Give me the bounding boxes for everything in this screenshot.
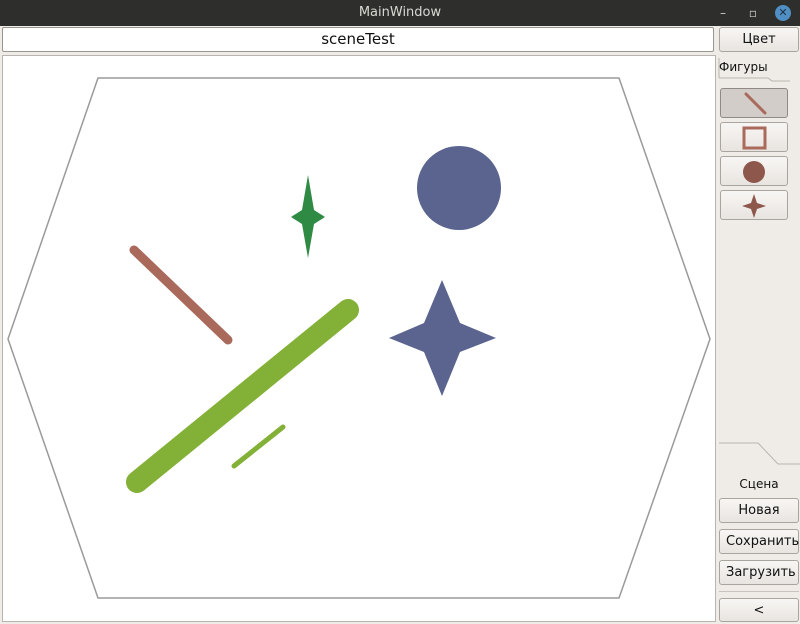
- maximize-button[interactable]: ▫: [745, 5, 761, 21]
- line-tool-icon: [744, 92, 767, 115]
- window-title: MainWindow: [358, 5, 442, 20]
- green-star-small: [291, 175, 325, 258]
- tab-frame: [718, 58, 790, 82]
- divider: [719, 591, 799, 592]
- rectangle-tool-button[interactable]: [720, 122, 788, 152]
- scene-name-field[interactable]: sceneTest: [2, 27, 714, 52]
- star-tool-button[interactable]: [720, 190, 788, 220]
- title-bar: MainWindow – ▫ ✕: [0, 0, 800, 26]
- close-button[interactable]: ✕: [775, 5, 791, 21]
- green-thin-line: [231, 424, 286, 469]
- star-tool-icon: [742, 194, 766, 218]
- line-tool-button[interactable]: [720, 88, 788, 118]
- new-scene-button[interactable]: Новая: [719, 498, 799, 523]
- scene-graphics[interactable]: [3, 56, 717, 623]
- ellipse-tool-icon: [743, 161, 765, 183]
- tab-frame-bottom: [719, 442, 800, 465]
- color-button[interactable]: Цвет: [719, 27, 799, 52]
- scene-canvas[interactable]: [2, 55, 716, 622]
- load-button[interactable]: Загрузить: [719, 560, 799, 585]
- brown-line: [129, 245, 233, 345]
- rectangle-tool-icon: [742, 126, 767, 150]
- save-button[interactable]: Сохранить: [719, 529, 799, 554]
- minimize-button[interactable]: –: [715, 5, 731, 21]
- blue-star-large: [389, 280, 496, 396]
- collapse-button[interactable]: <: [719, 598, 799, 622]
- blue-circle: [417, 146, 501, 230]
- ellipse-tool-button[interactable]: [720, 156, 788, 186]
- hexagon-border: [7, 77, 711, 599]
- scene-label: Сцена: [739, 477, 779, 491]
